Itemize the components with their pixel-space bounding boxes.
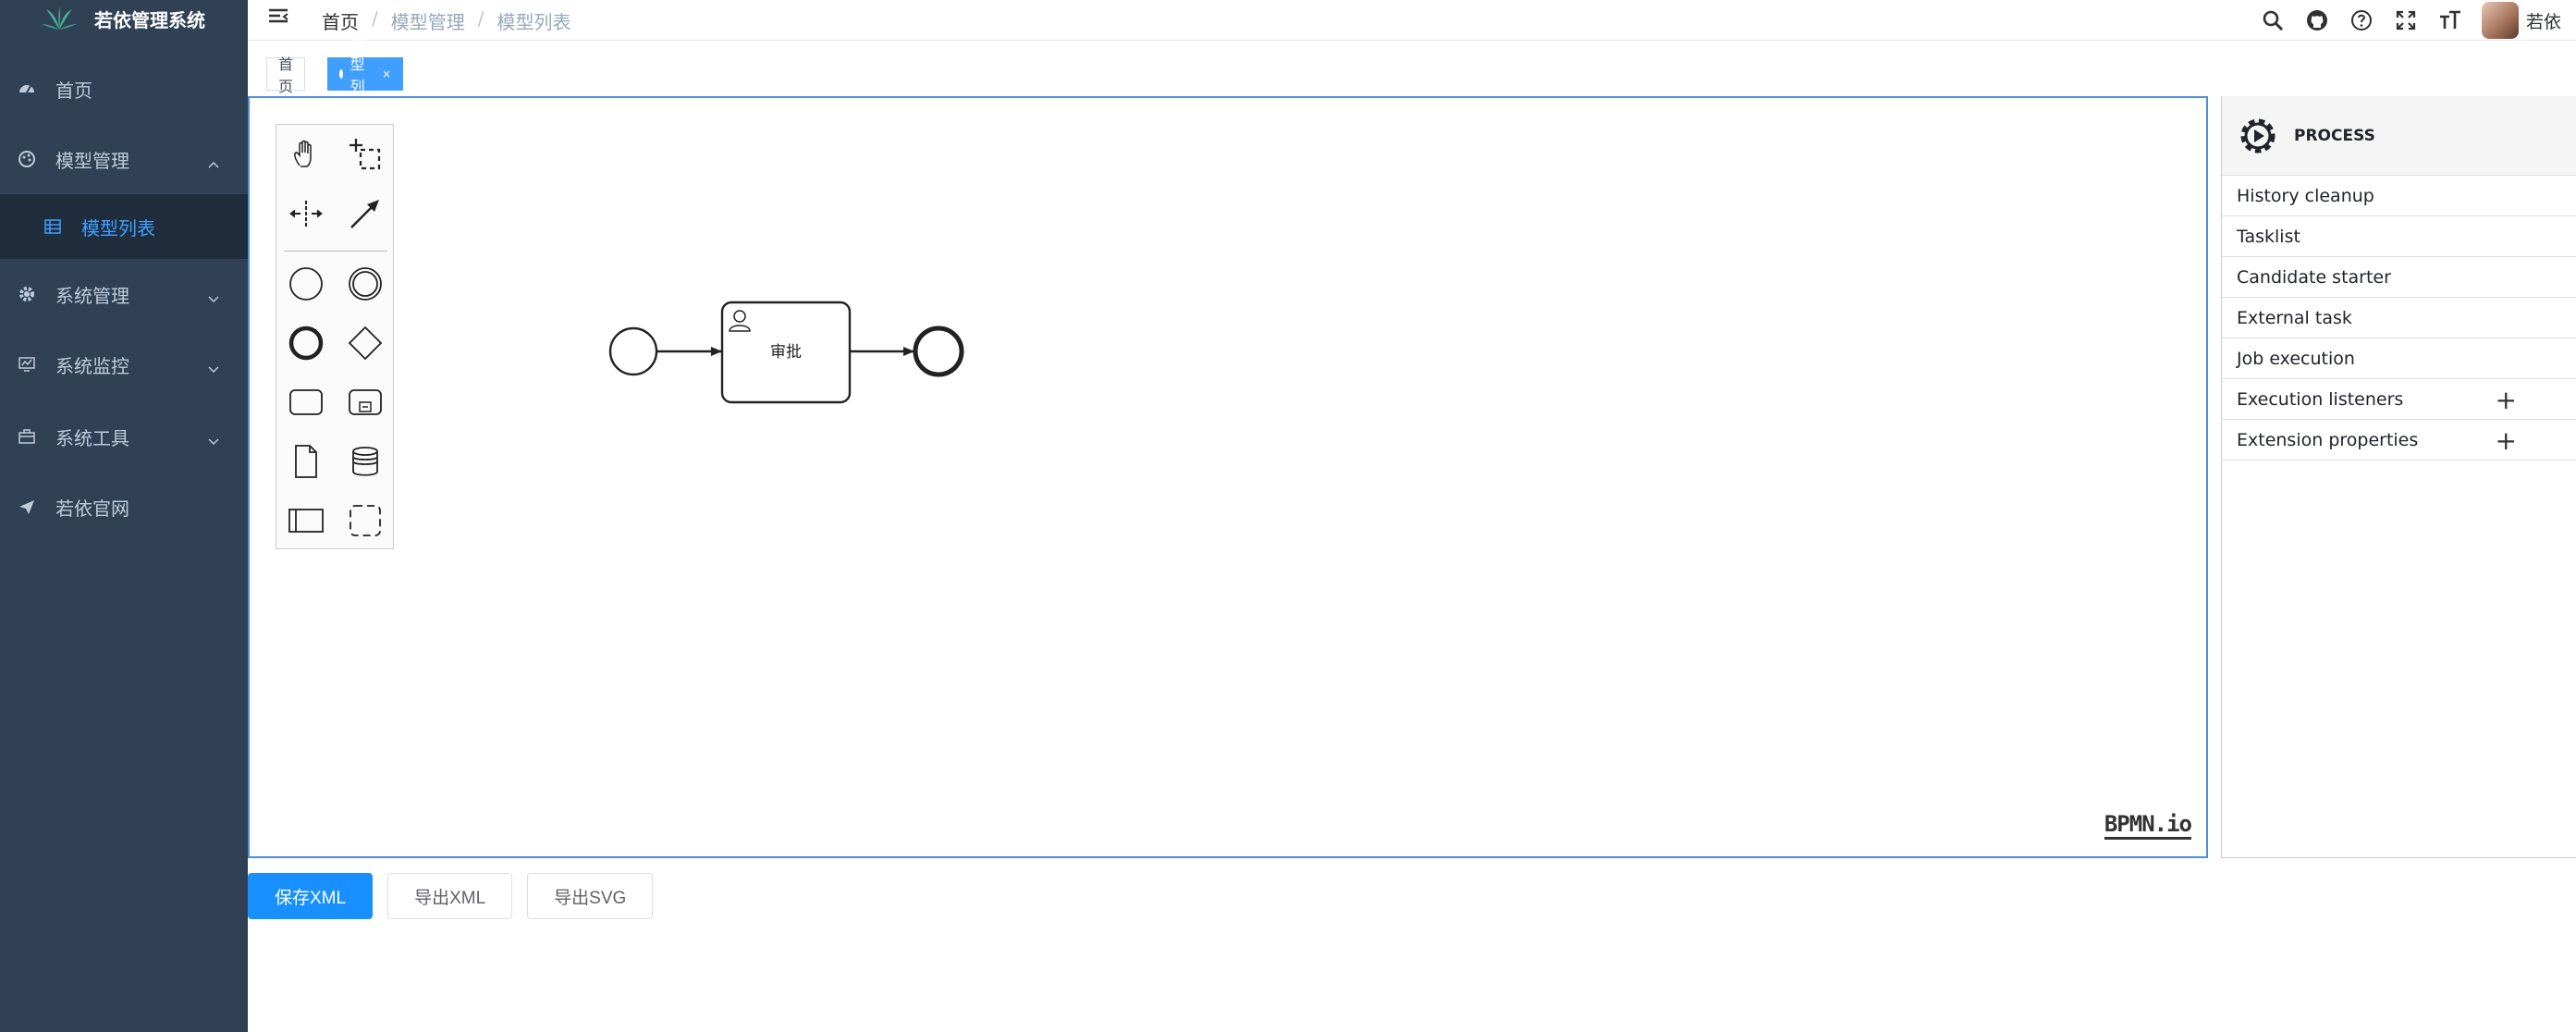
sidebar-item-system-tools[interactable]: 系统工具 [0, 401, 248, 472]
properties-header: PROCESS [2222, 96, 2576, 176]
group-external-task[interactable]: External task [2222, 298, 2576, 338]
group-label: Candidate starter [2237, 266, 2391, 288]
user-task[interactable]: 审批 [720, 301, 852, 404]
group-label: Execution listeners [2237, 388, 2404, 410]
bpmn-io-logo[interactable]: BPMN.io [2104, 811, 2192, 840]
sidebar-item-system-management[interactable]: 系统管理 [0, 259, 248, 329]
task-label: 审批 [770, 343, 802, 362]
sidebar-item-label: 系统监控 [55, 354, 129, 377]
tag-home[interactable]: 首页 [266, 55, 306, 95]
end-event[interactable] [913, 326, 964, 377]
fullscreen-icon[interactable] [2393, 7, 2419, 33]
table-icon [43, 216, 63, 237]
sidebar: 若依管理系统 首页 模型管理 模型列表 系统管理 系统监控 系统工具 若依官网 [0, 0, 248, 1032]
toolbox-icon [17, 426, 37, 447]
chevron-down-icon [207, 287, 220, 309]
group-label: Job execution [2237, 348, 2355, 369]
palette-icon [17, 149, 37, 169]
sidebar-item-system-monitor[interactable]: 系统监控 [0, 329, 248, 399]
tag-label: 首页 [278, 55, 294, 95]
chevron-down-icon [207, 357, 220, 379]
start-event[interactable] [608, 326, 658, 376]
close-icon[interactable]: × [382, 68, 391, 80]
github-icon[interactable] [2304, 7, 2330, 33]
hamburger-icon[interactable] [266, 6, 290, 30]
breadcrumb-model-management[interactable]: 模型管理 [391, 7, 465, 34]
group-execution-listeners[interactable]: Execution listeners + [2222, 379, 2576, 420]
chevron-up-icon [207, 152, 220, 174]
sidebar-item-label: 首页 [55, 79, 92, 102]
app-title: 若依管理系统 [94, 8, 205, 31]
sidebar-item-label: 模型管理 [55, 149, 129, 172]
properties-panel: PROCESS History cleanup Tasklist Candida… [2221, 96, 2576, 858]
app-root: 若依管理系统 首页 模型管理 模型列表 系统管理 系统监控 系统工具 若依官网 … [0, 0, 2576, 1032]
help-icon[interactable] [2349, 7, 2374, 33]
add-icon[interactable]: + [2496, 425, 2517, 456]
action-buttons: 保存XML 导出XML 导出SVG [248, 873, 654, 919]
sidebar-item-official-site[interactable]: 若依官网 [0, 472, 248, 542]
group-label: Tasklist [2237, 226, 2300, 247]
search-icon[interactable] [2260, 7, 2286, 33]
monitor-icon [17, 354, 37, 375]
dashboard-icon [17, 79, 37, 99]
breadcrumb-separator: / [372, 7, 378, 30]
sidebar-item-label: 若依官网 [55, 497, 129, 520]
bpmn-diagram: 审批 [608, 301, 964, 404]
tag-model-list[interactable]: 模型列表 × [327, 33, 404, 117]
sidebar-item-label: 系统工具 [55, 426, 129, 449]
group-label: History cleanup [2237, 185, 2374, 206]
group-tasklist[interactable]: Tasklist [2222, 216, 2576, 257]
navbar: 首页 / 模型管理 / 模型列表 若依 [248, 0, 2576, 41]
sidebar-item-home[interactable]: 首页 [0, 54, 248, 124]
breadcrumb-separator: / [477, 7, 485, 30]
add-icon[interactable]: + [2496, 385, 2517, 415]
save-xml-button[interactable]: 保存XML [248, 873, 374, 919]
export-xml-button[interactable]: 导出XML [387, 873, 513, 919]
sidebar-item-label: 模型列表 [81, 216, 155, 240]
group-label: Extension properties [2237, 429, 2419, 450]
send-icon [17, 497, 37, 517]
username[interactable]: 若依 [2526, 8, 2561, 33]
chevron-down-icon [207, 429, 220, 451]
properties-title: PROCESS [2294, 126, 2375, 145]
font-size-icon[interactable] [2437, 7, 2463, 33]
breadcrumb-model-list: 模型列表 [497, 11, 571, 33]
active-dot-icon [339, 69, 343, 79]
group-job-execution[interactable]: Job execution [2222, 338, 2576, 379]
bpmn-canvas[interactable]: 审批 BPMN.io [248, 96, 2208, 858]
right-menu: 若依 [2260, 0, 2576, 41]
group-label: External task [2237, 307, 2352, 328]
gear-icon [17, 284, 37, 304]
sidebar-item-label: 系统管理 [55, 284, 129, 307]
avatar[interactable] [2481, 2, 2519, 39]
export-svg-button[interactable]: 导出SVG [527, 873, 654, 919]
process-gear-icon [2240, 118, 2275, 153]
group-history-cleanup[interactable]: History cleanup [2222, 176, 2576, 216]
logo-icon [42, 6, 77, 30]
sidebar-item-model-list[interactable]: 模型列表 [0, 194, 248, 259]
logo[interactable]: 若依管理系统 [0, 0, 248, 37]
sidebar-item-model-management[interactable]: 模型管理 [0, 124, 248, 194]
group-candidate-starter[interactable]: Candidate starter [2222, 257, 2576, 298]
group-extension-properties[interactable]: Extension properties + [2222, 420, 2576, 461]
